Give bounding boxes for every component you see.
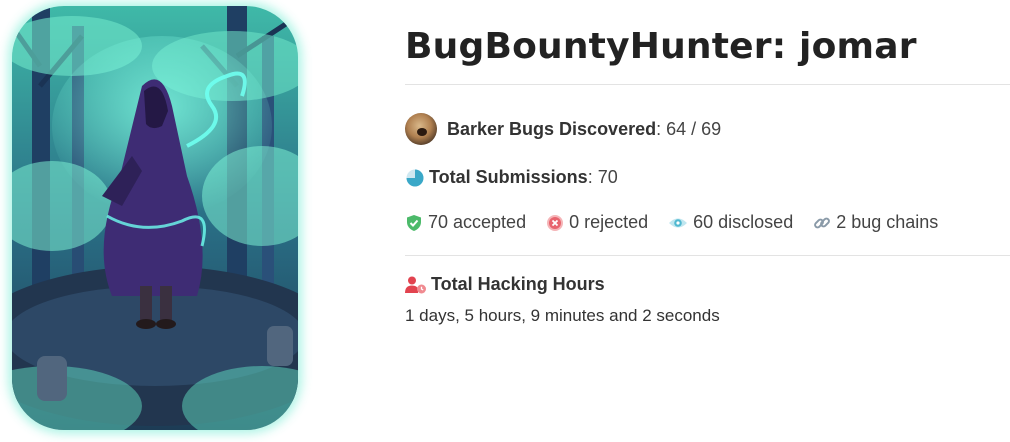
divider <box>405 84 1010 85</box>
hacking-hours-value: 1 days, 5 hours, 9 minutes and 2 seconds <box>405 306 720 325</box>
barker-bugs-label: Barker Bugs Discovered <box>447 118 657 139</box>
disclosed-stat: 60 disclosed <box>668 212 793 233</box>
bug-chains-stat: 2 bug chains <box>813 212 938 233</box>
x-circle-icon <box>547 214 564 231</box>
barker-bugs-value: : 64 / 69 <box>656 118 722 139</box>
pie-chart-icon <box>406 169 424 186</box>
hacking-hours-header: Total Hacking Hours <box>405 274 605 295</box>
link-icon <box>814 217 831 228</box>
dog-avatar-icon <box>405 113 437 145</box>
barker-bugs-row: Barker Bugs Discovered : 64 / 69 <box>405 113 721 145</box>
hacking-hours-row: 1 days, 5 hours, 9 minutes and 2 seconds <box>405 306 720 326</box>
accepted-stat: 70 accepted <box>405 212 526 233</box>
hacking-hours-label: Total Hacking Hours <box>431 274 605 294</box>
bug-chains-count: 2 bug chains <box>836 212 939 232</box>
total-submissions-row: Total Submissions : 70 <box>405 167 618 188</box>
hooded-hacker-illustration <box>12 6 298 430</box>
page-title: BugBountyHunter: jomar <box>405 26 917 67</box>
rejected-stat: 0 rejected <box>546 212 648 233</box>
divider <box>405 255 1010 256</box>
profile-panel: BugBountyHunter: jomar Barker Bugs Disco… <box>405 0 1010 325</box>
eye-icon <box>669 218 688 227</box>
check-shield-icon <box>407 214 421 231</box>
accepted-count: 70 accepted <box>428 212 527 232</box>
disclosed-count: 60 disclosed <box>693 212 794 232</box>
total-submissions-value: : 70 <box>587 167 618 187</box>
submission-stats-row: 70 accepted 0 rejected 60 disclosed 2 bu… <box>405 212 958 233</box>
user-clock-icon <box>405 276 426 293</box>
rejected-count: 0 rejected <box>569 212 649 232</box>
profile-avatar-image <box>12 6 298 430</box>
total-submissions-label: Total Submissions <box>429 167 588 187</box>
